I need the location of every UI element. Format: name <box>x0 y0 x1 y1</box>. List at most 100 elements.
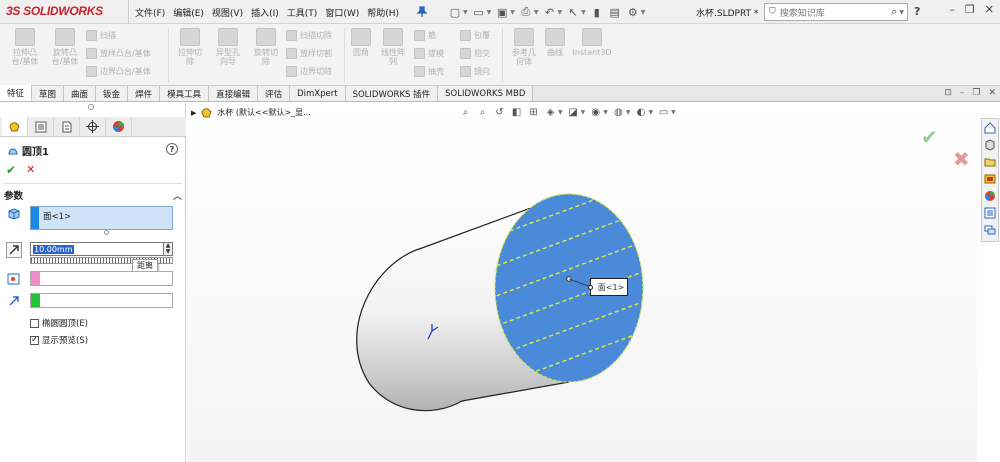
select-icon[interactable]: ↖ <box>566 5 580 19</box>
menu-edit[interactable]: 编辑(E) <box>173 6 204 19</box>
list-resize-handle[interactable] <box>104 230 109 235</box>
draft-button[interactable]: 拔模 <box>414 46 444 60</box>
fillet-button[interactable]: 圆角 <box>348 28 374 57</box>
graphics-area[interactable]: ▶ 水杯 (默认<<默认>_显... ⌕ ⌕ ↺ ◧ ⊞ ◈ ▼ ◪ ▼ ◉ ▼ ◍ ▼… <box>187 103 977 462</box>
feature-manager-tab[interactable] <box>2 117 28 136</box>
tab-weldments[interactable]: 焊件 <box>128 86 161 101</box>
search-icon[interactable]: ⌕ <box>891 5 897 19</box>
solidworks-logo[interactable]: 3S SOLIDWORKS <box>6 4 103 18</box>
custom-properties-icon[interactable] <box>983 206 997 220</box>
wrap-button[interactable]: 包覆 <box>460 28 490 42</box>
checkbox-box[interactable] <box>30 318 39 328</box>
chevron-down-icon[interactable]: ▼ <box>487 9 492 16</box>
shell-button[interactable]: 抽壳 <box>414 64 444 78</box>
spin-down-icon[interactable]: ▼ <box>166 249 171 255</box>
rebuild-icon[interactable]: ▮ <box>590 5 604 19</box>
menu-insert[interactable]: 插入(I) <box>251 6 279 19</box>
revolved-boss-button[interactable]: 旋转凸 台/基体 <box>46 28 84 66</box>
face-selection-item[interactable]: 面<1> <box>43 212 71 222</box>
chevron-down-icon[interactable]: ▼ <box>581 9 586 16</box>
tab-mold-tools[interactable]: 模具工具 <box>160 86 210 101</box>
pin-icon[interactable] <box>416 6 428 18</box>
distance-spinner[interactable]: ▲ ▼ <box>163 242 173 256</box>
tab-dimxpert[interactable]: DimXpert <box>290 86 346 101</box>
open-icon[interactable]: ▭ <box>472 5 486 19</box>
close-icon[interactable]: ✕ <box>988 88 996 98</box>
show-preview-checkbox[interactable]: ✓ 显示预览(S) <box>30 334 88 346</box>
hole-wizard-button[interactable]: 异型孔 向导 <box>210 28 246 66</box>
linear-pattern-button[interactable]: 线性阵 列 <box>376 28 410 66</box>
extruded-boss-button[interactable]: 拉伸凸 台/基体 <box>6 28 44 66</box>
rib-button[interactable]: 筋 <box>414 28 436 42</box>
close-icon[interactable]: ✕ <box>985 3 994 16</box>
help-icon[interactable]: ? <box>166 143 178 155</box>
help-icon[interactable]: ? <box>914 5 920 18</box>
chevron-down-icon[interactable]: ▼ <box>641 9 646 16</box>
distance-input[interactable]: 10.00mm <box>30 242 164 256</box>
tab-addins[interactable]: SOLIDWORKS 插件 <box>345 86 439 101</box>
parameters-section-header[interactable]: 参数 ︿ <box>4 188 182 202</box>
instant3d-button[interactable]: Instant3D <box>570 28 614 57</box>
menu-tools[interactable]: 工具(T) <box>287 6 318 19</box>
tab-direct-editing[interactable]: 直接编辑 <box>209 86 259 101</box>
chevron-down-icon[interactable]: ▼ <box>510 9 515 16</box>
face-selection-box[interactable]: 面<1> <box>30 206 173 230</box>
new-document-icon[interactable]: ▢ <box>448 5 462 19</box>
restore-icon[interactable]: ❐ <box>972 88 980 98</box>
search-knowledge-base[interactable]: ⛉ 搜索知识库 ⌕ ▼ <box>764 3 908 21</box>
undo-icon[interactable]: ↶ <box>543 5 557 19</box>
configuration-manager-tab[interactable] <box>54 117 80 136</box>
extruded-cut-button[interactable]: 拉伸切 除 <box>172 28 208 66</box>
loft-button[interactable]: 放样凸台/基体 <box>86 46 151 60</box>
chevron-down-icon[interactable]: ▼ <box>558 9 563 16</box>
mirror-button[interactable]: 镜向 <box>460 64 490 78</box>
intersect-button[interactable]: 相交 <box>460 46 490 60</box>
distance-value[interactable]: 10.00mm <box>33 244 74 254</box>
tile-icon[interactable]: ⊡ <box>944 88 952 98</box>
tab-evaluate[interactable]: 评估 <box>258 86 291 101</box>
panel-grip[interactable] <box>88 104 94 110</box>
minimize-icon[interactable]: – <box>949 3 955 16</box>
tab-features[interactable]: 特征 <box>0 85 33 101</box>
minimize-icon[interactable]: – <box>960 88 965 98</box>
model-view[interactable] <box>187 103 977 462</box>
save-icon[interactable]: ▣ <box>495 5 509 19</box>
swept-cut-button[interactable]: 扫描切除 <box>286 28 332 42</box>
menu-file[interactable]: 文件(F) <box>135 6 165 19</box>
boundary-cut-button[interactable]: 边界切除 <box>286 64 332 78</box>
menu-window[interactable]: 窗口(W) <box>325 6 359 19</box>
display-manager-tab[interactable] <box>106 117 132 136</box>
chevron-down-icon[interactable]: ▼ <box>899 9 904 16</box>
chevron-down-icon[interactable]: ▼ <box>463 9 468 16</box>
collapse-chevron-icon[interactable]: ︿ <box>173 189 182 202</box>
options-gear-icon[interactable]: ⚙ <box>626 5 640 19</box>
cancel-x-icon[interactable]: ✕ <box>26 163 35 177</box>
menu-help[interactable]: 帮助(H) <box>367 6 399 19</box>
print-icon[interactable]: ⎙ <box>519 5 533 19</box>
curves-button[interactable]: 曲线 <box>544 28 566 57</box>
file-explorer-icon[interactable] <box>983 155 997 169</box>
tab-sheet-metal[interactable]: 钣金 <box>96 86 129 101</box>
appearances-icon[interactable] <box>983 189 997 203</box>
forum-icon[interactable] <box>983 223 997 237</box>
revolved-cut-button[interactable]: 旋转切 除 <box>248 28 284 66</box>
sweep-button[interactable]: 扫描 <box>86 28 116 42</box>
elliptical-dome-checkbox[interactable]: 椭圆圆顶(E) <box>30 317 88 329</box>
design-library-icon[interactable] <box>983 138 997 152</box>
menu-view[interactable]: 视图(V) <box>212 6 243 19</box>
checkbox-box[interactable]: ✓ <box>30 335 39 345</box>
view-palette-icon[interactable] <box>983 172 997 186</box>
property-manager-tab[interactable] <box>28 117 54 136</box>
face-callout[interactable]: 面<1> <box>588 278 628 296</box>
restore-icon[interactable]: ❐ <box>965 3 975 16</box>
tab-mbd[interactable]: SOLIDWORKS MBD <box>438 86 534 101</box>
boundary-boss-button[interactable]: 边界凸台/基体 <box>86 64 151 78</box>
file-properties-icon[interactable]: ▤ <box>608 5 622 19</box>
tab-sketch[interactable]: 草图 <box>32 86 65 101</box>
reference-geometry-button[interactable]: 参考几 何体 <box>506 28 542 66</box>
home-icon[interactable] <box>983 121 997 135</box>
tab-surfaces[interactable]: 曲面 <box>64 86 97 101</box>
ok-checkmark-icon[interactable]: ✔ <box>6 163 16 177</box>
direction-selection[interactable] <box>30 293 173 308</box>
lofted-cut-button[interactable]: 放样切割 <box>286 46 332 60</box>
